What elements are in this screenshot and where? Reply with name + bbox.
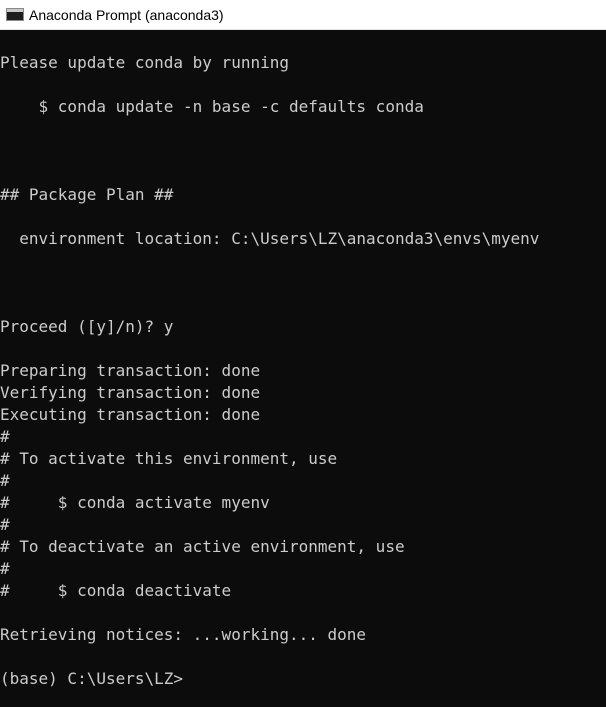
console-line-environment-location: environment location: C:\Users\LZ\anacon… <box>0 229 540 248</box>
console-line-executing: Executing transaction: done <box>0 405 261 424</box>
console-line-verifying: Verifying transaction: done <box>0 383 261 402</box>
console-line-comment: # <box>0 427 10 446</box>
anaconda-prompt-window: Anaconda Prompt (anaconda3) Please updat… <box>0 0 606 707</box>
console-line-comment: # <box>0 515 10 534</box>
console-line-update-command: $ conda update -n base -c defaults conda <box>0 97 424 116</box>
console-line-preparing: Preparing transaction: done <box>0 361 261 380</box>
console-line-comment: # <box>0 559 10 578</box>
console-prompt-line[interactable]: (base) C:\Users\LZ> <box>0 668 183 690</box>
console-output[interactable]: Please update conda by running $ conda u… <box>0 30 606 707</box>
console-line-deactivate-command: # $ conda deactivate <box>0 581 232 600</box>
title-bar[interactable]: Anaconda Prompt (anaconda3) <box>0 0 606 30</box>
window-title: Anaconda Prompt (anaconda3) <box>29 6 224 23</box>
console-line-activate-command: # $ conda activate myenv <box>0 493 270 512</box>
console-line-update-notice: Please update conda by running <box>0 53 289 72</box>
console-line-package-plan: ## Package Plan ## <box>0 185 174 204</box>
console-line-retrieving-notices: Retrieving notices: ...working... done <box>0 625 367 644</box>
console-line-proceed-prompt: Proceed ([y]/n)? y <box>0 317 174 336</box>
console-line-activate-hint: # To activate this environment, use <box>0 449 338 468</box>
console-line-comment: # <box>0 471 10 490</box>
console-line-deactivate-hint: # To deactivate an active environment, u… <box>0 537 405 556</box>
console-window-icon <box>6 8 24 21</box>
